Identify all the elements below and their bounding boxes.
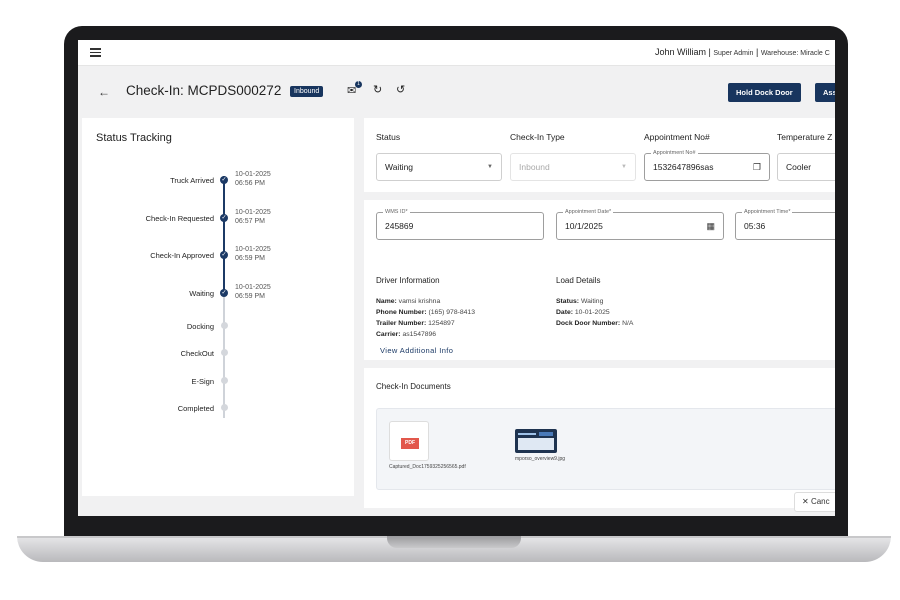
timeline-step-timestamp: 10-01-2025 06:59 PM	[235, 245, 271, 263]
timeline-step-date: 10-01-2025	[235, 283, 271, 291]
timeline-step-time: 06:57 PM	[235, 217, 265, 225]
check-circle-icon: ✓	[220, 288, 228, 297]
chevron-down-icon: ▼	[487, 164, 493, 170]
appointment-time-value: 05:36	[744, 221, 766, 231]
appointment-time-float-label: Appointment Time*	[742, 208, 793, 217]
chevron-down-icon: ▼	[621, 164, 627, 170]
user-name: John William	[655, 47, 707, 57]
temperature-select[interactable]: Cooler	[777, 153, 835, 181]
history-icon[interactable]: ↺	[396, 83, 405, 96]
load-status-line: Status: Waiting	[556, 298, 604, 305]
driver-phone-line: Phone Number: (165) 978-8413	[376, 309, 475, 316]
check-circle-icon: ✓	[220, 213, 228, 222]
appointment-time-field[interactable]: Appointment Time* 05:36	[735, 208, 835, 240]
appointment-no-field[interactable]: Appointment No# 1532647896sas ❐	[644, 149, 770, 181]
checkin-type-select: Inbound ▼	[510, 153, 636, 181]
wms-id-float-label: WMS ID*	[383, 208, 410, 217]
app-screen: John William | Super Admin | Warehouse: …	[78, 40, 835, 516]
checkin-details-card: WMS ID* 245869 Appointment Date* 10/1/20…	[364, 200, 835, 360]
copy-icon[interactable]: ❐	[753, 154, 761, 180]
timeline-step-label: CheckOut	[180, 349, 214, 359]
timeline-step-date: 10-01-2025	[235, 208, 271, 216]
refresh-icon[interactable]: ↻	[373, 83, 382, 96]
appointment-no-label: Appointment No#	[644, 132, 710, 142]
driver-name-line: Name: vamsi krishna	[376, 298, 441, 305]
appointment-date-value: 10/1/2025	[565, 221, 603, 231]
driver-info-title: Driver Information	[376, 276, 440, 285]
checkin-documents-card: Check-In Documents PDF Captured_Doc17593…	[364, 368, 835, 508]
app-bar: John William | Super Admin | Warehouse: …	[78, 40, 835, 66]
wms-id-value: 245869	[385, 221, 414, 231]
hamburger-menu-icon[interactable]	[90, 48, 101, 57]
timeline-step-time: 06:59 PM	[235, 255, 265, 263]
cancel-button[interactable]: ✕ Canc	[794, 492, 835, 512]
page-title: Check-In: MCPDS000272	[126, 83, 282, 98]
documents-title: Check-In Documents	[376, 382, 451, 391]
documents-area: PDF Captured_Doc1759325256565.pdf mporso…	[376, 408, 835, 490]
timeline-line-completed	[223, 176, 225, 293]
back-arrow-icon[interactable]: ←	[98, 85, 110, 99]
timeline-step-label: Check-In Approved	[150, 251, 214, 261]
pending-dot-icon	[220, 349, 228, 357]
load-details-title: Load Details	[556, 276, 601, 285]
calendar-icon[interactable]: ▦	[706, 213, 715, 239]
hold-dock-door-button[interactable]: Hold Dock Door	[728, 83, 801, 102]
status-label: Status	[376, 132, 401, 142]
timeline-step-timestamp: 10-01-2025 06:59 PM	[235, 283, 271, 301]
inbound-badge: Inbound	[290, 86, 324, 97]
content-area: Status Tracking Truck Arrived ✓ 10-01-2025…	[78, 110, 835, 516]
timeline-step-label: Truck Arrived	[170, 176, 214, 185]
close-icon: ✕	[802, 497, 809, 506]
notification-count-badge: 1	[355, 81, 362, 88]
status-select-value: Waiting	[385, 162, 414, 172]
timeline-step-date: 10-01-2025	[235, 171, 271, 178]
status-select[interactable]: Waiting ▼	[376, 153, 502, 181]
timeline-step-label: Docking	[186, 321, 214, 331]
user-role: Super Admin	[713, 50, 754, 57]
temperature-value: Cooler	[786, 162, 812, 172]
timeline-step-label: Completed	[177, 404, 214, 414]
page-header: ← Check-In: MCPDS000272 Inbound ✉ 1 ↻ ↺ …	[78, 66, 835, 110]
check-circle-icon: ✓	[220, 251, 228, 260]
image-document-thumbnail[interactable]	[515, 429, 557, 453]
load-date-line: Date: 10-01-2025	[556, 309, 610, 316]
view-additional-info-link[interactable]: View Additional Info	[380, 346, 453, 355]
timeline-step-date: 10-01-2025	[235, 246, 271, 254]
image-document-name[interactable]: mporso_overview9.jpg	[515, 456, 565, 462]
driver-carrier-line: Carrier: as1547896	[376, 331, 437, 338]
timeline-step-label: Check-In Requested	[145, 213, 214, 223]
timeline-step-label: E-Sign	[191, 376, 214, 386]
checkin-fields-card: Status Waiting ▼ Check-In Type Inbound ▼…	[364, 118, 835, 192]
laptop-notch	[387, 536, 521, 548]
temperature-label: Temperature Z	[777, 132, 833, 142]
appointment-no-float-label: Appointment No#	[651, 149, 698, 158]
wms-id-field[interactable]: WMS ID* 245869	[376, 208, 544, 240]
cancel-label: Canc	[810, 497, 830, 506]
appointment-date-float-label: Appointment Date*	[563, 208, 614, 217]
pdf-document-thumbnail[interactable]: PDF	[389, 421, 429, 461]
timeline-step-time: 06:59 PM	[235, 292, 265, 300]
pending-dot-icon	[220, 321, 228, 329]
load-dock-line: Dock Door Number: N/A	[556, 320, 634, 327]
check-circle-icon: ✓	[220, 176, 228, 184]
timeline-step-time: 06:56 PM	[235, 180, 265, 187]
pdf-file-icon: PDF	[401, 438, 419, 449]
user-info[interactable]: John William | Super Admin | Warehouse: …	[655, 47, 830, 57]
pending-dot-icon	[220, 404, 228, 412]
timeline-step-label: Waiting	[189, 288, 214, 298]
appointment-date-field[interactable]: Appointment Date* 10/1/2025 ▦	[556, 208, 724, 240]
assign-button[interactable]: Ass	[815, 83, 835, 102]
pending-dot-icon	[220, 376, 228, 384]
pdf-document-name[interactable]: Captured_Doc1759325256565.pdf	[389, 464, 466, 470]
checkin-type-label: Check-In Type	[510, 132, 565, 142]
appointment-no-value: 1532647896sas	[653, 162, 714, 172]
driver-trailer-line: Trailer Number: 1254897	[376, 320, 455, 327]
timeline-step-timestamp: 10-01-2025 06:57 PM	[235, 208, 271, 226]
checkin-type-value: Inbound	[519, 162, 550, 172]
warehouse-label[interactable]: Warehouse: Miracle C	[761, 50, 830, 57]
status-tracking-title: Status Tracking	[96, 132, 172, 144]
timeline-step-timestamp: 10-01-2025 06:56 PM	[235, 170, 271, 188]
status-tracking-card: Status Tracking Truck Arrived ✓ 10-01-2025…	[82, 118, 354, 496]
